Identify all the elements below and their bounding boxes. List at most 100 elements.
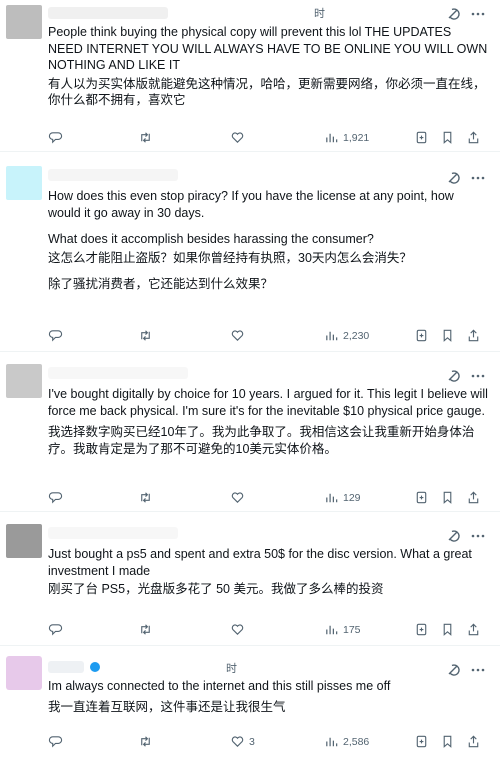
- username-blurred[interactable]: [48, 367, 188, 379]
- post-text-zh: 我一直连着互联网，这件事还是让我很生气: [48, 699, 286, 714]
- grok-analyze-icon: [416, 623, 427, 636]
- post-2[interactable]: How does this even stop piracy? If you h…: [0, 152, 500, 352]
- post-text-en: How does this even stop piracy? If you h…: [48, 189, 458, 220]
- post-text-en: I've bought digitally by choice for 10 y…: [48, 387, 492, 418]
- bookmark-icon: [443, 329, 452, 342]
- action-bar: 2,230: [48, 328, 484, 346]
- views-button[interactable]: 175: [324, 622, 361, 637]
- heart-icon: [231, 492, 244, 503]
- top-icons: [446, 528, 486, 544]
- heart-icon: [231, 330, 244, 341]
- reply-button[interactable]: [48, 622, 67, 637]
- grok-analyze-button[interactable]: [414, 734, 429, 749]
- more-icon[interactable]: [470, 368, 486, 384]
- action-bar: 175: [48, 622, 484, 640]
- post-text: Just bought a ps5 and spent and extra 50…: [48, 546, 488, 598]
- reply-button[interactable]: [48, 734, 67, 749]
- heart-icon: [231, 132, 244, 143]
- post-text: I've bought digitally by choice for 10 y…: [48, 386, 488, 457]
- like-button[interactable]: [230, 328, 249, 343]
- post-text: People think buying the physical copy wi…: [48, 24, 488, 109]
- share-button[interactable]: [466, 734, 481, 749]
- avatar[interactable]: [6, 656, 42, 690]
- more-icon[interactable]: [470, 6, 486, 22]
- grok-icon[interactable]: [446, 662, 462, 678]
- post-time[interactable]: 时: [314, 5, 325, 21]
- bookmark-icon: [443, 491, 452, 504]
- view-count: 1,921: [343, 131, 370, 144]
- retweet-button[interactable]: [138, 734, 157, 749]
- post-header: [48, 6, 168, 22]
- post-time[interactable]: 时: [226, 660, 237, 676]
- reply-icon: [48, 736, 63, 748]
- post-text-en-2: What does it accomplish besides harassin…: [48, 232, 374, 246]
- grok-analyze-button[interactable]: [414, 130, 429, 145]
- more-icon[interactable]: [470, 528, 486, 544]
- retweet-button[interactable]: [138, 622, 157, 637]
- views-button[interactable]: 129: [324, 490, 361, 505]
- avatar[interactable]: [6, 364, 42, 398]
- like-button[interactable]: [230, 622, 249, 637]
- share-icon: [468, 131, 479, 144]
- post-3[interactable]: I've bought digitally by choice for 10 y…: [0, 352, 500, 512]
- post-4[interactable]: Just bought a ps5 and spent and extra 50…: [0, 512, 500, 646]
- bookmark-button[interactable]: [440, 328, 455, 343]
- reply-button[interactable]: [48, 328, 67, 343]
- post-1[interactable]: 时 People think buying the physical copy …: [0, 0, 500, 152]
- username-blurred[interactable]: [48, 169, 178, 181]
- verified-icon: [90, 662, 101, 672]
- share-icon: [468, 623, 479, 636]
- reply-button[interactable]: [48, 130, 67, 145]
- share-button[interactable]: [466, 622, 481, 637]
- post-text-en: Just bought a ps5 and spent and extra 50…: [48, 547, 476, 578]
- retweet-icon: [141, 492, 150, 503]
- grok-icon[interactable]: [446, 368, 462, 384]
- more-icon[interactable]: [470, 170, 486, 186]
- avatar[interactable]: [6, 5, 42, 39]
- grok-icon[interactable]: [446, 170, 462, 186]
- grok-analyze-button[interactable]: [414, 490, 429, 505]
- view-count: 175: [343, 623, 361, 636]
- share-button[interactable]: [466, 328, 481, 343]
- bookmark-button[interactable]: [440, 734, 455, 749]
- username-blurred[interactable]: [48, 527, 178, 539]
- bookmark-icon: [443, 131, 452, 144]
- share-icon: [468, 329, 479, 342]
- bookmark-button[interactable]: [440, 490, 455, 505]
- view-count: 129: [343, 491, 361, 504]
- views-button[interactable]: 1,921: [324, 130, 369, 145]
- retweet-button[interactable]: [138, 490, 157, 505]
- heart-icon: [231, 624, 244, 635]
- bookmark-icon: [443, 623, 452, 636]
- more-icon[interactable]: [470, 662, 486, 678]
- views-button[interactable]: 2,230: [324, 328, 369, 343]
- grok-icon[interactable]: [446, 6, 462, 22]
- grok-analyze-icon: [416, 131, 427, 144]
- avatar[interactable]: [6, 166, 42, 200]
- grok-analyze-button[interactable]: [414, 622, 429, 637]
- post-5[interactable]: 时 Im always connected to the internet an…: [0, 646, 500, 758]
- retweet-icon: [141, 736, 150, 747]
- heart-icon: [231, 736, 244, 747]
- views-button[interactable]: 2,586: [324, 734, 369, 749]
- share-button[interactable]: [466, 130, 481, 145]
- top-icons: [446, 662, 486, 678]
- action-bar: 1,921: [48, 130, 484, 148]
- bookmark-button[interactable]: [440, 622, 455, 637]
- username-blurred[interactable]: [48, 661, 84, 673]
- like-button[interactable]: [230, 130, 249, 145]
- grok-analyze-button[interactable]: [414, 328, 429, 343]
- like-button[interactable]: 3: [230, 734, 255, 749]
- post-text-zh: 这怎么才能阻止盗版？如果你曾经持有执照，30天内怎么会消失？: [48, 250, 412, 265]
- retweet-button[interactable]: [138, 328, 157, 343]
- grok-icon[interactable]: [446, 528, 462, 544]
- action-bar: 129: [48, 490, 484, 508]
- view-count: 2,230: [343, 329, 370, 342]
- share-button[interactable]: [466, 490, 481, 505]
- bookmark-button[interactable]: [440, 130, 455, 145]
- username-blurred[interactable]: [48, 7, 168, 19]
- reply-button[interactable]: [48, 490, 67, 505]
- like-button[interactable]: [230, 490, 249, 505]
- avatar[interactable]: [6, 524, 42, 558]
- retweet-button[interactable]: [138, 130, 157, 145]
